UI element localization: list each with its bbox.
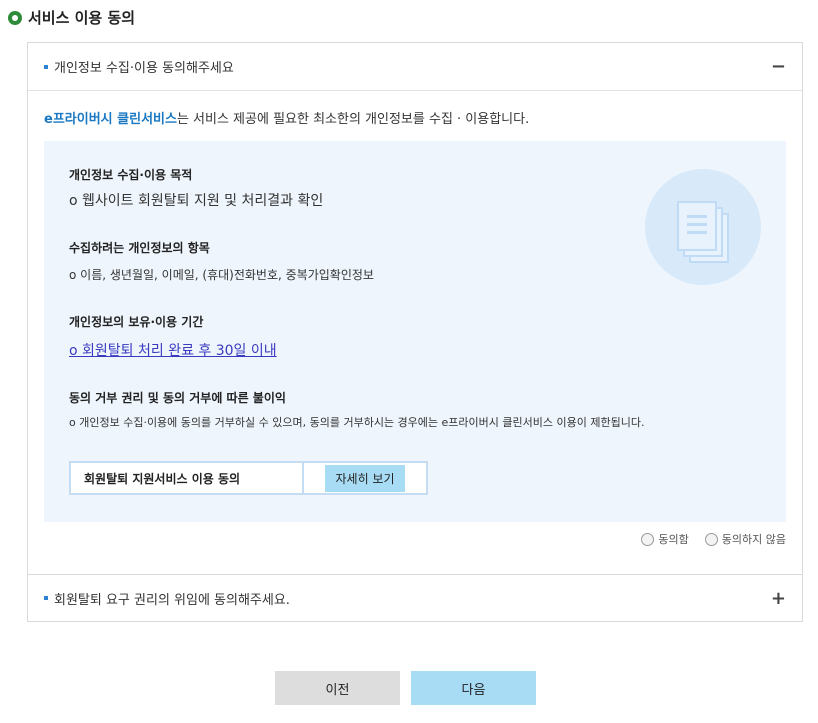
- consent-radios: 동의함 동의하지 않음: [625, 531, 786, 547]
- prev-button[interactable]: 이전: [275, 671, 400, 705]
- collapse-icon[interactable]: −: [771, 56, 786, 77]
- detail-label: 회원탈퇴 지원서비스 이용 동의: [71, 463, 304, 493]
- section2-heading: 회원탈퇴 요구 권리의 위임에 동의해주세요.: [54, 592, 290, 608]
- disagree-radio[interactable]: 동의하지 않음: [704, 531, 786, 547]
- page-title-text: 서비스 이용 동의: [28, 9, 136, 27]
- radio-circle-icon[interactable]: [704, 532, 718, 546]
- period-link[interactable]: o 회원탈퇴 처리 완료 후 30일 이내: [69, 340, 277, 360]
- intro-text: e프라이버시 클린서비스는 서비스 제공에 필요한 최소한의 개인정보를 수집 …: [44, 108, 529, 127]
- disagree-label: 동의하지 않음: [721, 533, 786, 546]
- items-heading: 수집하려는 개인정보의 항목: [69, 241, 210, 255]
- square-bullet-icon: [44, 596, 48, 600]
- intro-rest: 는 서비스 제공에 필요한 최소한의 개인정보를 수집 · 이용합니다.: [176, 112, 530, 127]
- detail-cell: 자세히 보기: [304, 463, 426, 493]
- agree-radio[interactable]: 동의함: [641, 531, 689, 547]
- view-details-button[interactable]: 자세히 보기: [325, 464, 405, 492]
- items-value: o 이름, 생년월일, 이메일, (휴대)전화번호, 중복가입확인정보: [69, 268, 374, 282]
- section1-body: e프라이버시 클린서비스는 서비스 제공에 필요한 최소한의 개인정보를 수집 …: [28, 91, 802, 575]
- page-title: 서비스 이용 동의: [8, 7, 135, 28]
- agree-label: 동의함: [658, 533, 689, 546]
- refusal-heading: 동의 거부 권리 및 동의 거부에 따른 불이익: [69, 391, 286, 405]
- purpose-heading: 개인정보 수집·이용 목적: [69, 168, 193, 182]
- section2-header[interactable]: 회원탈퇴 요구 권리의 위임에 동의해주세요. +: [28, 575, 802, 621]
- next-button[interactable]: 다음: [411, 671, 536, 705]
- expand-icon[interactable]: +: [771, 588, 786, 609]
- square-bullet-icon: [44, 64, 48, 69]
- refusal-value: o 개인정보 수집·이용에 동의를 거부하실 수 있으며, 동의를 거부하시는 …: [69, 416, 645, 429]
- intro-brand: e프라이버시 클린서비스: [44, 112, 177, 127]
- info-box: 개인정보 수집·이용 목적 o 웹사이트 회원탈퇴 지원 및 처리결과 확인 수…: [44, 141, 786, 522]
- section1-header[interactable]: 개인정보 수집·이용 동의해주세요 −: [28, 43, 802, 91]
- circle-bullet-icon: [8, 10, 22, 25]
- document-icon: [645, 169, 761, 285]
- purpose-value: o 웹사이트 회원탈퇴 지원 및 처리결과 확인: [69, 193, 324, 209]
- section1-heading: 개인정보 수집·이용 동의해주세요: [54, 61, 234, 76]
- radio-circle-icon[interactable]: [641, 532, 655, 546]
- period-heading: 개인정보의 보유·이용 기간: [69, 315, 204, 329]
- detail-table: 회원탈퇴 지원서비스 이용 동의 자세히 보기: [69, 461, 428, 495]
- consent-panel: 개인정보 수집·이용 동의해주세요 − e프라이버시 클린서비스는 서비스 제공…: [27, 42, 803, 622]
